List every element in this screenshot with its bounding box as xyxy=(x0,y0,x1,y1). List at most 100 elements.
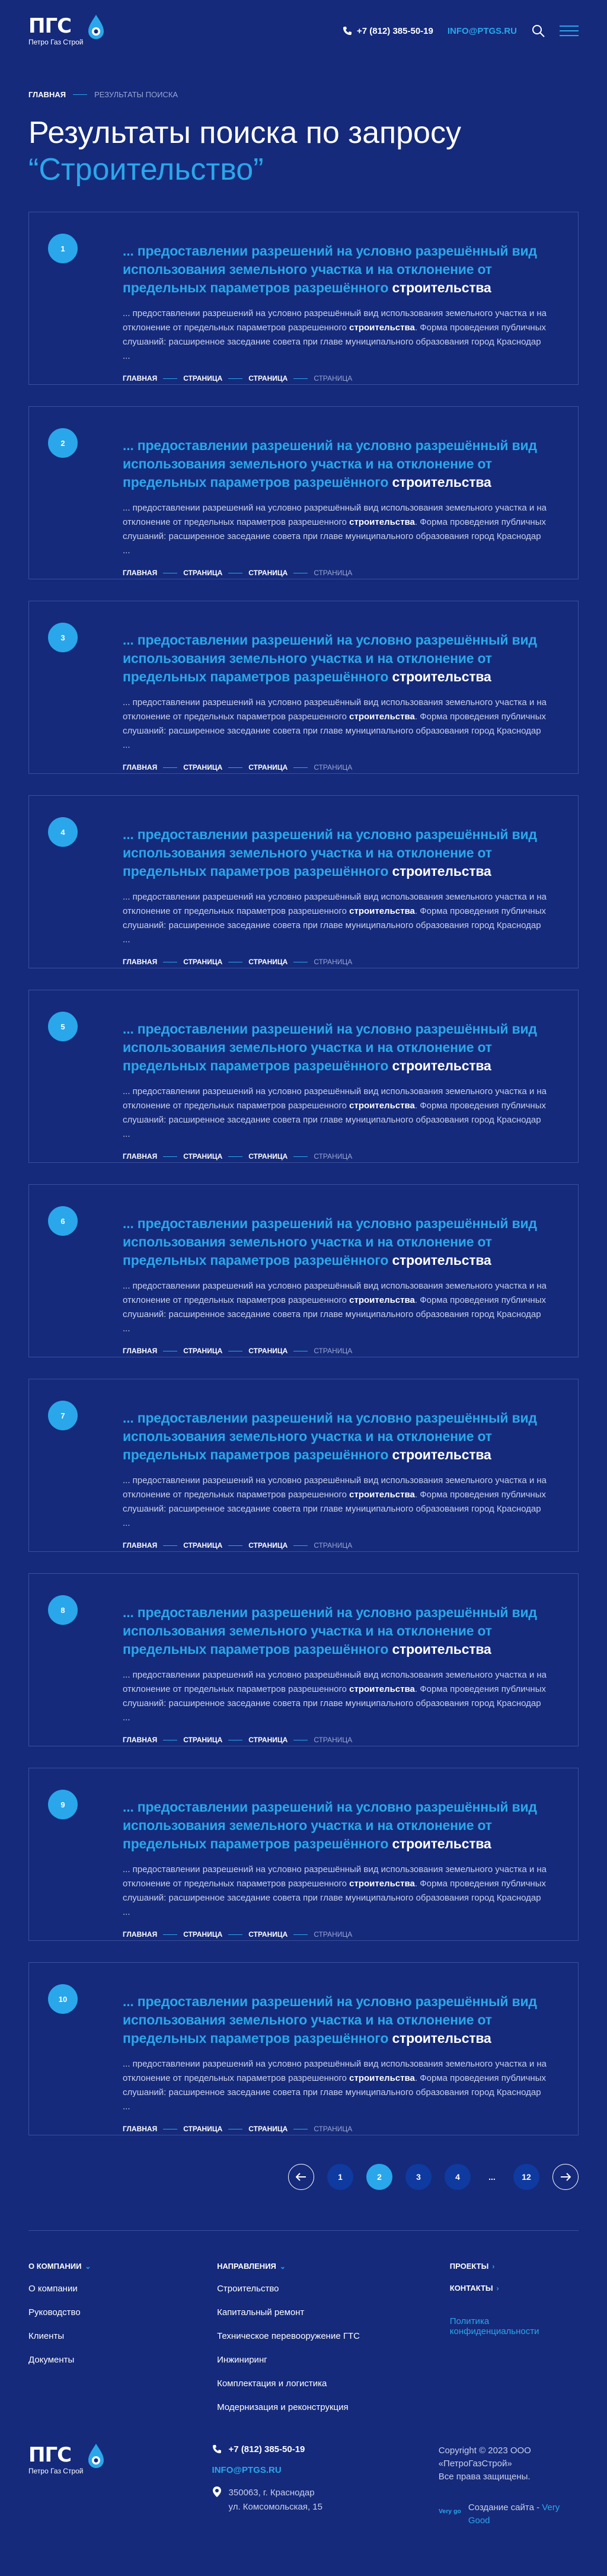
search-result-card[interactable]: 6 ... предоставлении разрешений на условн… xyxy=(28,1184,579,1357)
search-result-card[interactable]: 9 ... предоставлении разрешений на условн… xyxy=(28,1768,579,1941)
footer-logo-text-group: ПГС Петро Газ Строй xyxy=(28,2444,84,2475)
result-breadcrumb-item[interactable]: СТРАНИЦА xyxy=(248,569,287,577)
footer-link[interactable]: Документы xyxy=(28,2355,217,2365)
result-title[interactable]: ... предоставлении разрешений на условно… xyxy=(123,825,550,881)
footer-contacts-link[interactable]: КОНТАКТЫ › xyxy=(450,2284,579,2293)
breadcrumb-separator xyxy=(293,1934,308,1935)
footer-link[interactable]: Комплектация и логистика xyxy=(217,2379,450,2389)
result-breadcrumb-item[interactable]: СТРАНИЦА xyxy=(183,1152,222,1161)
result-title[interactable]: ... предоставлении разрешений на условно… xyxy=(123,242,550,297)
result-breadcrumb-item[interactable]: ГЛАВНАЯ xyxy=(123,763,157,771)
result-breadcrumb-item[interactable]: СТРАНИЦА xyxy=(248,1930,287,1939)
result-breadcrumb-item[interactable]: ГЛАВНАЯ xyxy=(123,1736,157,1744)
prev-page-button[interactable] xyxy=(288,2164,314,2190)
result-snippet: ... предоставлении разрешений на условно… xyxy=(123,1668,550,1725)
result-breadcrumb-item[interactable]: СТРАНИЦА xyxy=(183,1930,222,1939)
result-breadcrumb-item[interactable]: СТРАНИЦА xyxy=(314,1541,352,1550)
site-logo[interactable]: ПГС Петро Газ Строй xyxy=(28,15,105,46)
footer-link[interactable]: Капитальный ремонт xyxy=(217,2307,450,2318)
header-email[interactable]: INFO@PTGS.RU xyxy=(448,26,517,36)
result-title[interactable]: ... предоставлении разрешений на условно… xyxy=(123,436,550,492)
result-title[interactable]: ... предоставлении разрешений на условно… xyxy=(123,1409,550,1464)
result-title[interactable]: ... предоставлении разрешений на условно… xyxy=(123,1798,550,1853)
search-result-card[interactable]: 10 ... предоставлении разрешений на услов… xyxy=(28,1962,579,2135)
result-breadcrumb-item[interactable]: ГЛАВНАЯ xyxy=(123,374,157,382)
footer-directions-heading[interactable]: НАПРАВЛЕНИЯ ⌄ xyxy=(217,2262,450,2271)
result-breadcrumb-item[interactable]: СТРАНИЦА xyxy=(248,1347,287,1355)
footer-email[interactable]: INFO@PTGS.RU xyxy=(212,2465,439,2475)
footer-columns: О КОМПАНИИ ⌄ О компании Руководство Клиент… xyxy=(28,2262,579,2426)
result-breadcrumb-item[interactable]: СТРАНИЦА xyxy=(248,1541,287,1550)
result-breadcrumb-item[interactable]: СТРАНИЦА xyxy=(314,958,352,966)
search-result-card[interactable]: 4 ... предоставлении разрешений на условн… xyxy=(28,795,579,968)
search-result-card[interactable]: 5 ... предоставлении разрешений на условн… xyxy=(28,990,579,1163)
footer-link[interactable]: Клиенты xyxy=(28,2331,217,2342)
footer-link[interactable]: Руководство xyxy=(28,2307,217,2318)
footer-projects-link[interactable]: ПРОЕКТЫ › xyxy=(450,2262,579,2271)
header-phone-link[interactable]: +7 (812) 385-50-19 xyxy=(343,26,433,36)
result-breadcrumb-item[interactable]: СТРАНИЦА xyxy=(248,374,287,382)
developer-link[interactable]: Very good Создание сайта - Very Good xyxy=(439,2501,579,2527)
result-breadcrumb-item[interactable]: ГЛАВНАЯ xyxy=(123,2125,157,2133)
result-breadcrumb-item[interactable]: СТРАНИЦА xyxy=(314,569,352,577)
search-result-card[interactable]: 7 ... предоставлении разрешений на условн… xyxy=(28,1379,579,1552)
result-breadcrumb-item[interactable]: ГЛАВНАЯ xyxy=(123,1152,157,1161)
footer-link[interactable]: Модернизация и реконструкция xyxy=(217,2402,450,2413)
result-breadcrumb-item[interactable]: СТРАНИЦА xyxy=(314,1930,352,1939)
result-breadcrumb-item[interactable]: СТРАНИЦА xyxy=(248,2125,287,2133)
result-breadcrumb: ГЛАВНАЯ СТРАНИЦА СТРАНИЦА СТРАНИЦА xyxy=(123,1736,554,1744)
result-breadcrumb-item[interactable]: СТРАНИЦА xyxy=(183,1736,222,1744)
footer-link[interactable]: Техническое перевооружение ГТС xyxy=(217,2331,450,2342)
search-button[interactable] xyxy=(531,24,545,38)
result-breadcrumb-item[interactable]: СТРАНИЦА xyxy=(248,1152,287,1161)
result-breadcrumb-item[interactable]: ГЛАВНАЯ xyxy=(123,1347,157,1355)
result-breadcrumb-item[interactable]: СТРАНИЦА xyxy=(314,374,352,382)
page-button[interactable]: 3 xyxy=(405,2164,432,2190)
next-page-button[interactable] xyxy=(552,2164,579,2190)
result-breadcrumb-item[interactable]: СТРАНИЦА xyxy=(183,763,222,771)
result-breadcrumb-item[interactable]: СТРАНИЦА xyxy=(248,1736,287,1744)
result-breadcrumb-item[interactable]: СТРАНИЦА xyxy=(183,569,222,577)
search-result-card[interactable]: 2 ... предоставлении разрешений на условн… xyxy=(28,406,579,579)
result-breadcrumb-item[interactable]: СТРАНИЦА xyxy=(183,1347,222,1355)
footer-company-heading[interactable]: О КОМПАНИИ ⌄ xyxy=(28,2262,217,2271)
footer-link[interactable]: О компании xyxy=(28,2284,217,2294)
search-result-card[interactable]: 1 ... предоставлении разрешений на условн… xyxy=(28,212,579,385)
result-snippet: ... предоставлении разрешений на условно… xyxy=(123,1085,550,1142)
page-button[interactable]: 1 xyxy=(327,2164,353,2190)
footer-logo[interactable]: ПГС Петро Газ Строй xyxy=(28,2444,212,2475)
result-title[interactable]: ... предоставлении разрешений на условно… xyxy=(123,1020,550,1075)
result-title[interactable]: ... предоставлении разрешений на условно… xyxy=(123,1992,550,2048)
result-breadcrumb-item[interactable]: СТРАНИЦА xyxy=(183,958,222,966)
result-breadcrumb-item[interactable]: СТРАНИЦА xyxy=(183,374,222,382)
result-breadcrumb-item[interactable]: СТРАНИЦА xyxy=(183,1541,222,1550)
result-breadcrumb-item[interactable]: СТРАНИЦА xyxy=(314,1736,352,1744)
result-breadcrumb-item[interactable]: СТРАНИЦА xyxy=(248,958,287,966)
result-title[interactable]: ... предоставлении разрешений на условно… xyxy=(123,1603,550,1659)
result-breadcrumb-item[interactable]: ГЛАВНАЯ xyxy=(123,569,157,577)
search-result-card[interactable]: 8 ... предоставлении разрешений на условн… xyxy=(28,1573,579,1746)
result-breadcrumb-item[interactable]: ГЛАВНАЯ xyxy=(123,958,157,966)
result-breadcrumb-item[interactable]: СТРАНИЦА xyxy=(314,1347,352,1355)
result-breadcrumb-item[interactable]: СТРАНИЦА xyxy=(314,1152,352,1161)
result-breadcrumb-item[interactable]: СТРАНИЦА xyxy=(314,763,352,771)
search-result-card[interactable]: 3 ... предоставлении разрешений на условн… xyxy=(28,601,579,774)
privacy-policy-link[interactable]: Политика конфиденциальности xyxy=(450,2316,579,2336)
result-breadcrumb-item[interactable]: ГЛАВНАЯ xyxy=(123,1541,157,1550)
footer-link[interactable]: Инжиниринг xyxy=(217,2355,450,2365)
page-button[interactable]: 2 xyxy=(366,2164,392,2190)
result-title[interactable]: ... предоставлении разрешений на условно… xyxy=(123,631,550,686)
result-breadcrumb-item[interactable]: СТРАНИЦА xyxy=(248,763,287,771)
breadcrumb-separator xyxy=(228,1934,243,1935)
breadcrumb-separator xyxy=(163,1934,178,1935)
page-button[interactable]: 12 xyxy=(513,2164,539,2190)
result-breadcrumb-item[interactable]: СТРАНИЦА xyxy=(183,2125,222,2133)
breadcrumb-home[interactable]: ГЛАВНАЯ xyxy=(28,90,66,99)
footer-phone-row[interactable]: +7 (812) 385-50-19 xyxy=(212,2444,439,2454)
result-title[interactable]: ... предоставлении разрешений на условно… xyxy=(123,1214,550,1270)
result-breadcrumb-item[interactable]: СТРАНИЦА xyxy=(314,2125,352,2133)
result-breadcrumb-item[interactable]: ГЛАВНАЯ xyxy=(123,1930,157,1939)
footer-link[interactable]: Строительство xyxy=(217,2284,450,2294)
menu-button[interactable] xyxy=(560,24,579,38)
page-button[interactable]: 4 xyxy=(445,2164,471,2190)
